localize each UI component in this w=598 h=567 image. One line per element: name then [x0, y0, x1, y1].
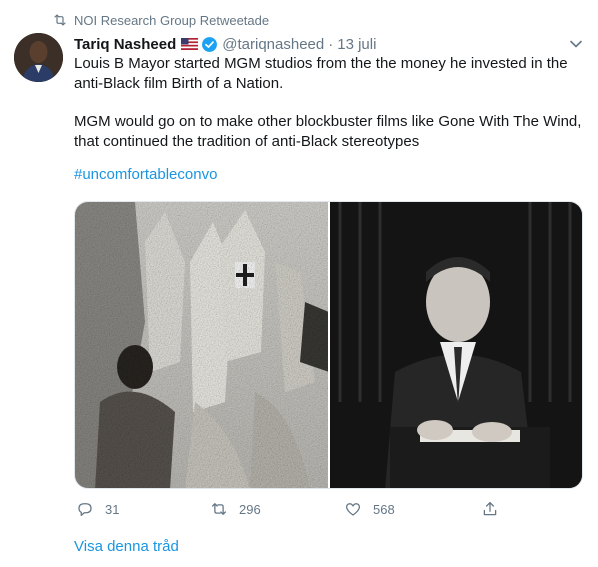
retweet-button[interactable]: 296	[210, 496, 261, 522]
avatar-image	[14, 33, 63, 82]
portrait-image	[330, 202, 582, 488]
tweet-paragraph-2: MGM would go on to make other blockbuste…	[74, 113, 582, 150]
handle[interactable]: @tariqnasheed	[222, 36, 324, 53]
chevron-down-icon[interactable]	[568, 36, 584, 52]
like-count: 568	[373, 501, 395, 517]
tweet-actions: 31 296 568	[74, 496, 504, 522]
reply-icon	[78, 503, 92, 517]
reply-count: 31	[105, 501, 120, 517]
verified-badge-icon	[202, 36, 218, 52]
display-name[interactable]: Tariq Nasheed	[74, 36, 176, 53]
tweet-text: Louis B Mayor started MGM studios from t…	[74, 54, 584, 185]
share-button[interactable]	[481, 496, 499, 522]
reply-button[interactable]: 31	[76, 496, 119, 522]
retweet-count: 296	[239, 501, 261, 517]
tweet-date[interactable]: 13 juli	[337, 36, 376, 53]
retweet-banner-text[interactable]: NOI Research Group Retweetade	[74, 13, 269, 28]
like-button[interactable]: 568	[344, 496, 395, 522]
media-grid	[74, 201, 583, 489]
film-still-image	[75, 202, 328, 488]
separator-dot: ·	[328, 35, 334, 53]
retweet-icon	[54, 14, 66, 26]
media-photo-right[interactable]	[330, 202, 582, 488]
heart-icon	[345, 503, 361, 516]
avatar[interactable]	[14, 33, 63, 82]
tweet-card[interactable]: NOI Research Group Retweetade Tariq Nash…	[0, 0, 598, 567]
tweet-header: Tariq Nasheed @tariqnasheed · 13 juli	[74, 33, 376, 55]
show-thread-link[interactable]: Visa denna tråd	[74, 538, 179, 555]
us-flag-icon	[181, 38, 199, 50]
tweet-paragraph-1: Louis B Mayor started MGM studios from t…	[74, 55, 568, 92]
retweet-icon	[211, 503, 227, 515]
retweet-banner[interactable]: NOI Research Group Retweetade	[52, 10, 269, 30]
media-photo-left[interactable]	[75, 202, 328, 488]
share-icon	[483, 501, 497, 516]
hashtag-link[interactable]: #uncomfortableconvo	[74, 165, 584, 185]
